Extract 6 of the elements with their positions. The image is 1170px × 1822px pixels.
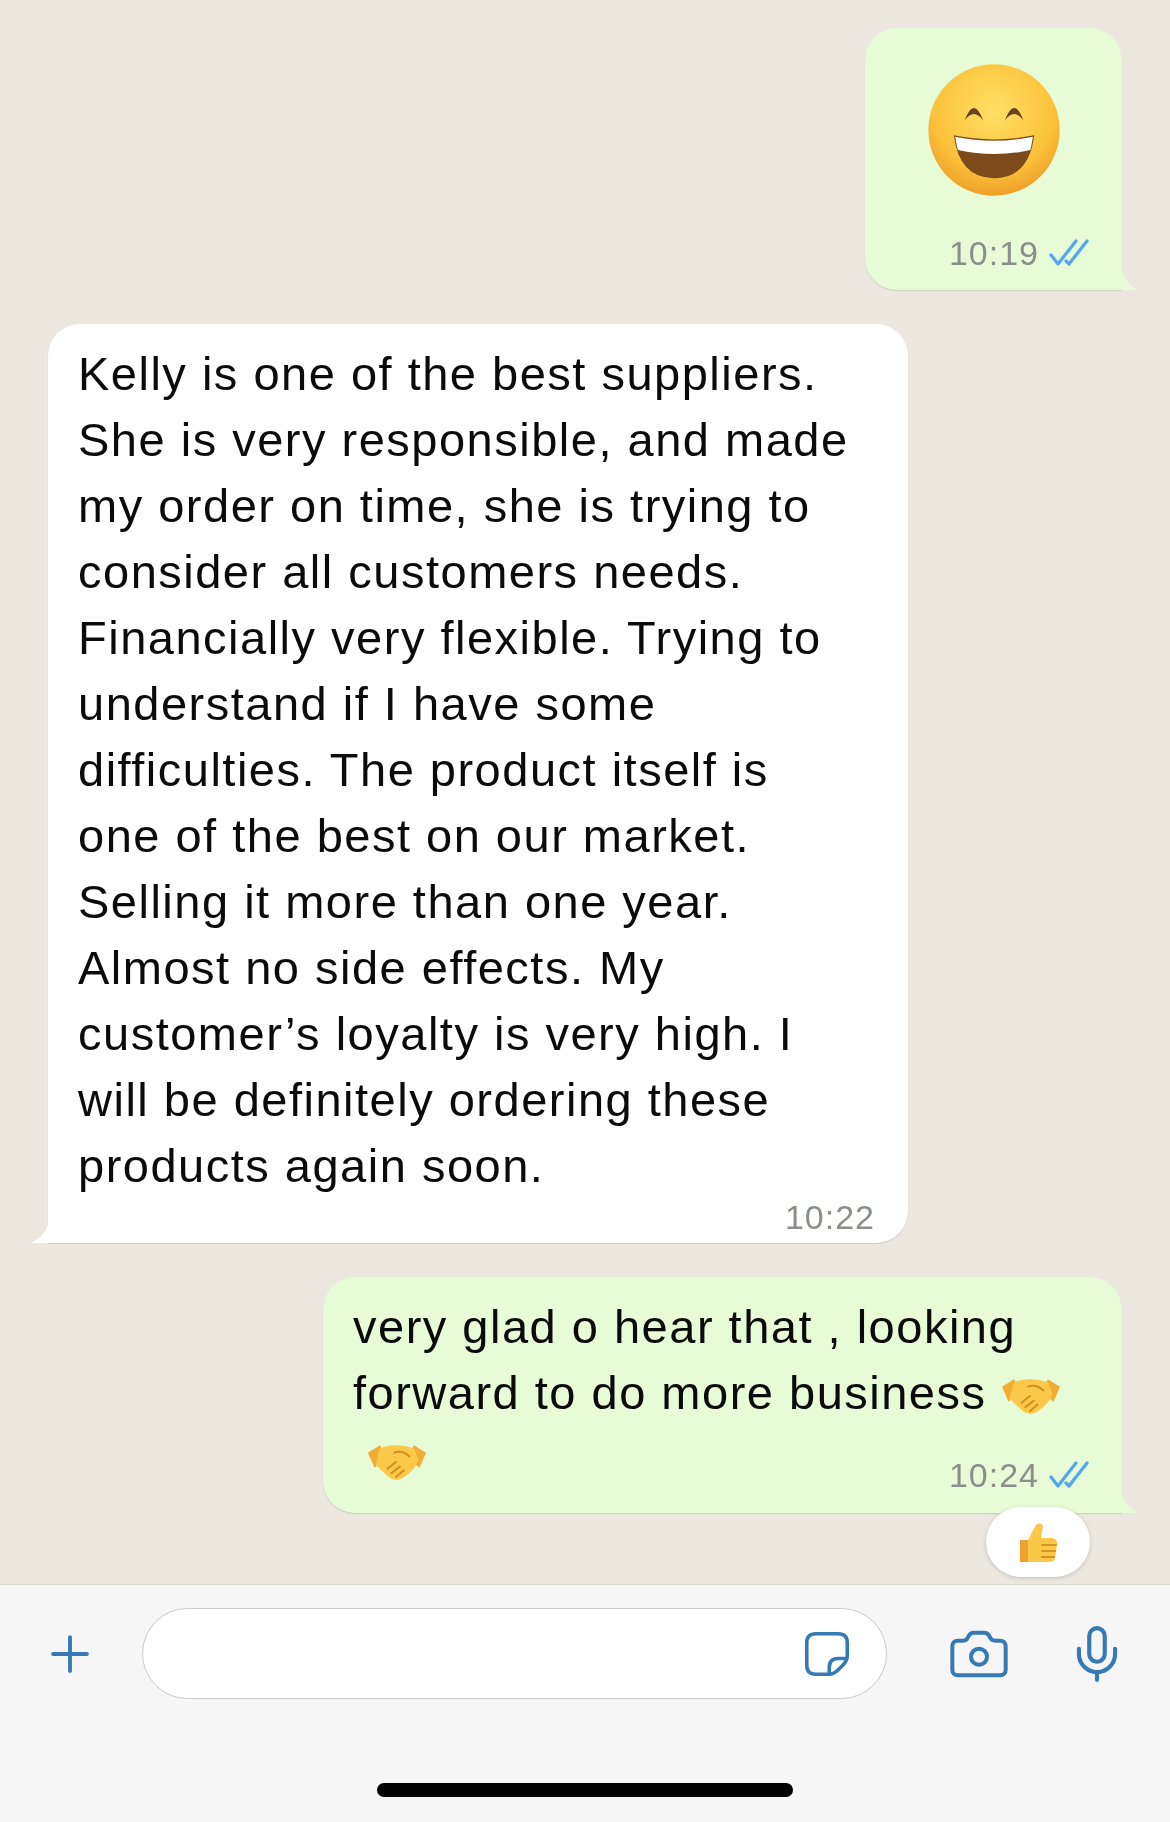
- message-text: very glad o hear that , looking forward to do more business: [353, 1300, 1017, 1419]
- message-time: 10:24: [948, 1457, 1039, 1493]
- message-text: Kelly is one of the best suppliers. She is very responsible, and made my order on time, she is trying to consider all customers needs. Financially very flexible. Trying to understand if I have some difficulties. The product itself is one of the best on our market. Selling it more than one year. Almost no side effects. My customer’s loyalty is very high. I will be definitely ordering these products again soon.: [78, 346, 850, 1194]
- grinning-face-emoji-icon: [926, 63, 1061, 197]
- message-time: 10:19: [948, 235, 1039, 271]
- message-time: 10:22: [784, 1199, 875, 1235]
